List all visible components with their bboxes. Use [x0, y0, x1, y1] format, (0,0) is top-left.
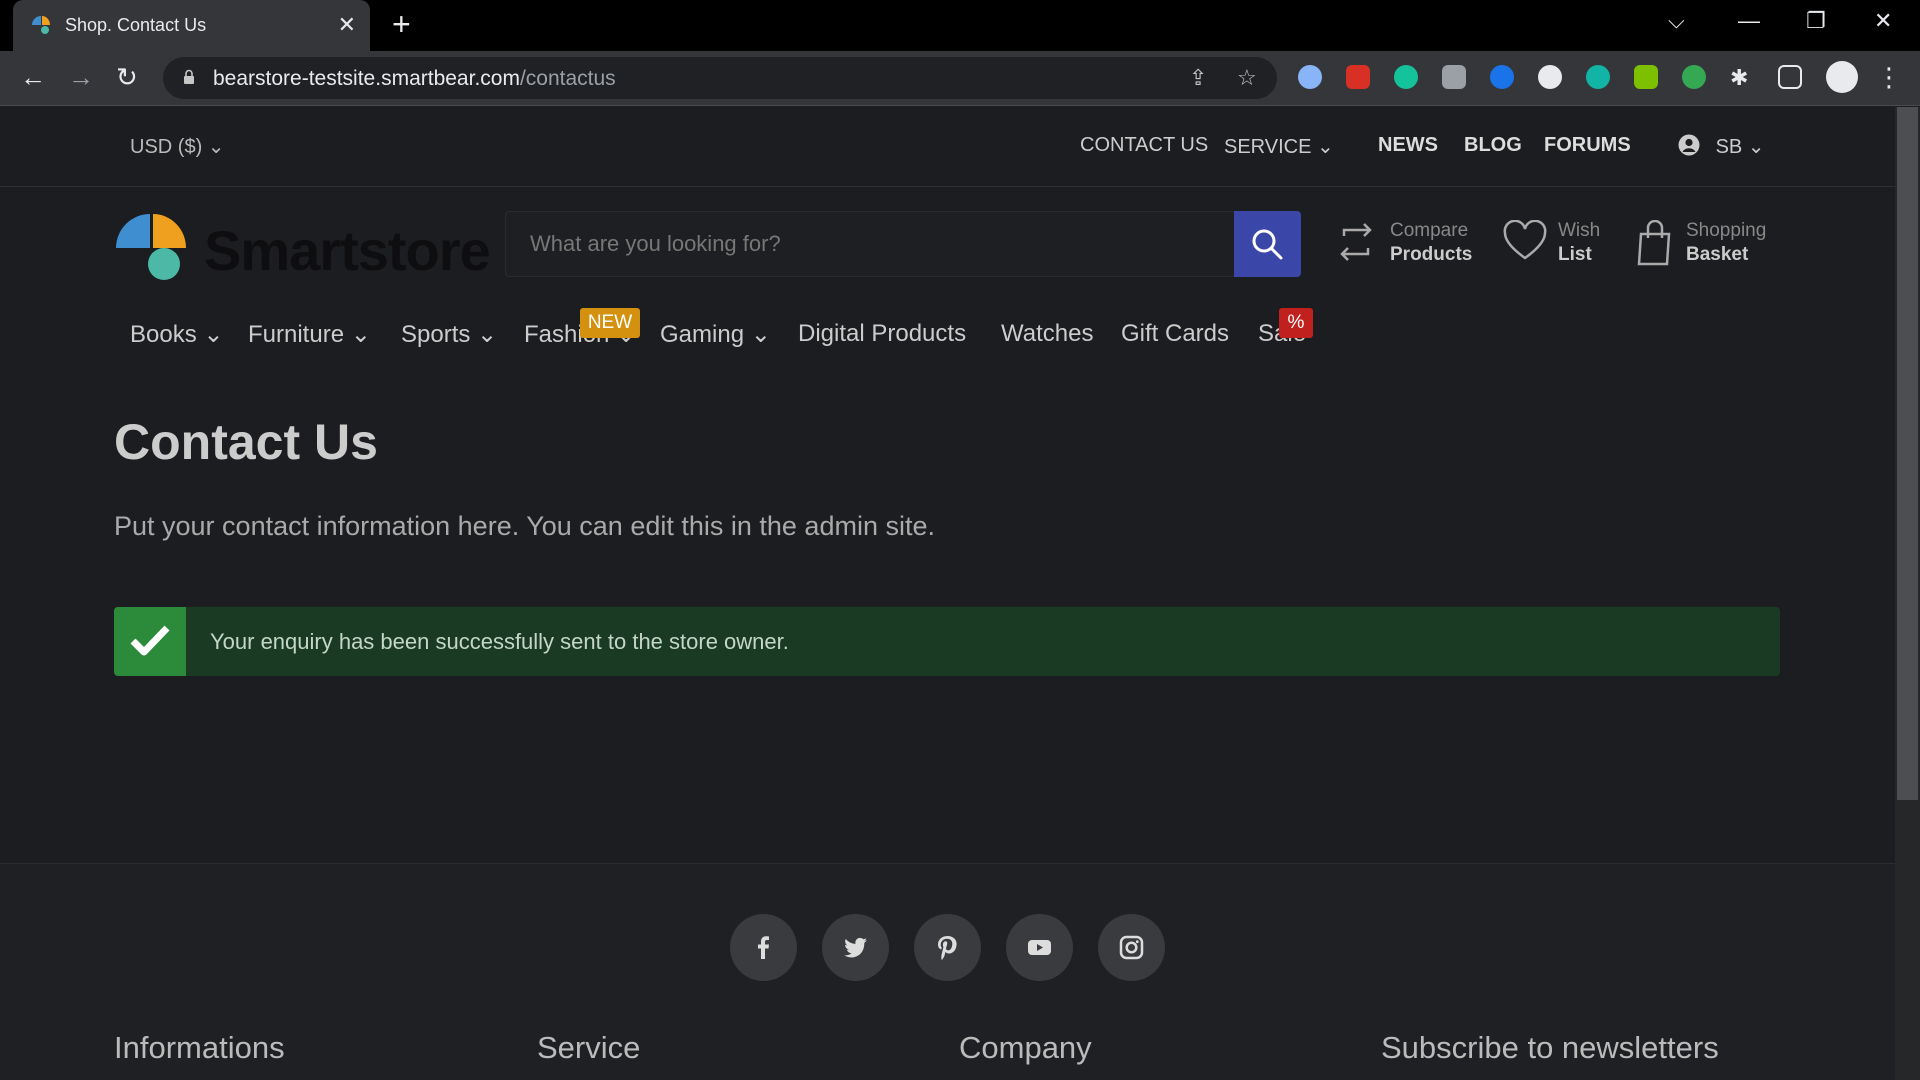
wish-label-bottom: List: [1558, 244, 1592, 265]
nav-gift-cards[interactable]: Gift Cards: [1121, 320, 1229, 348]
page-title: Contact Us: [114, 414, 378, 470]
profile-avatar[interactable]: [1826, 61, 1858, 93]
pdf-extension-icon[interactable]: [1346, 65, 1370, 89]
url-text: bearstore-testsite.smartbear.com/contact…: [213, 67, 616, 90]
bookmark-star-icon[interactable]: ☆: [1237, 65, 1257, 91]
scrollbar-thumb[interactable]: [1897, 107, 1918, 800]
logo-mark-icon: [116, 214, 186, 280]
heart-icon: [1503, 219, 1547, 260]
contact-us-link[interactable]: CONTACT US: [1080, 134, 1208, 157]
browser-toolbar: ← → ↻ bearstore-testsite.smartbear.com/c…: [0, 51, 1920, 106]
browser-tab-strip: Shop. Contact Us ✕ + ⌵ — ❐ ✕: [0, 0, 1920, 51]
back-icon[interactable]: ←: [20, 63, 46, 91]
extension-1-icon[interactable]: [1298, 65, 1322, 89]
wishlist-link[interactable]: Wish List: [1503, 219, 1600, 269]
footer-heading-informations: Informations: [114, 1030, 285, 1065]
nav-gaming[interactable]: Gaming ⌄: [660, 320, 771, 349]
extension-5-icon[interactable]: [1490, 65, 1514, 89]
new-tab-icon[interactable]: +: [392, 8, 411, 40]
currency-selector[interactable]: USD ($) ⌄: [130, 134, 225, 159]
service-menu[interactable]: SERVICE ⌄: [1224, 134, 1334, 159]
forums-link[interactable]: FORUMS: [1544, 134, 1631, 157]
instagram-icon: [1119, 935, 1144, 960]
twitter-button[interactable]: [822, 914, 889, 981]
restore-icon[interactable]: ❐: [1806, 8, 1826, 34]
site-header: Smartstore Compare Products Wish List: [0, 188, 1895, 302]
minimize-icon[interactable]: —: [1738, 8, 1760, 34]
tab-close-icon[interactable]: ✕: [338, 12, 356, 38]
youtube-icon: [1028, 940, 1051, 955]
footer-heading-company: Company: [959, 1030, 1092, 1065]
category-nav: Books ⌄ Furniture ⌄ Sports ⌄ Fashion ⌄ G…: [0, 302, 1895, 382]
contact-intro-text: Put your contact information here. You c…: [114, 511, 935, 541]
utility-bar: USD ($) ⌄ CONTACT US SERVICE ⌄ NEWS BLOG…: [0, 107, 1895, 187]
instagram-button[interactable]: [1098, 914, 1165, 981]
account-menu[interactable]: SB ⌄: [1678, 134, 1765, 159]
shopping-basket-link[interactable]: Shopping Basket: [1635, 219, 1766, 271]
address-bar[interactable]: bearstore-testsite.smartbear.com/contact…: [163, 57, 1277, 99]
search-icon: [1252, 229, 1283, 260]
smartstore-favicon-icon: [32, 16, 50, 34]
pinterest-button[interactable]: [914, 914, 981, 981]
close-window-icon[interactable]: ✕: [1874, 8, 1892, 34]
nav-furniture[interactable]: Furniture ⌄: [248, 320, 371, 349]
browser-menu-icon[interactable]: ⋮: [1876, 63, 1902, 91]
pinterest-icon: [938, 936, 957, 960]
reload-icon[interactable]: ↻: [116, 63, 138, 91]
grammarly-icon[interactable]: [1394, 65, 1418, 89]
footer-heading-service: Service: [537, 1030, 641, 1065]
extension-7-icon[interactable]: [1586, 65, 1610, 89]
web-page: USD ($) ⌄ CONTACT US SERVICE ⌄ NEWS BLOG…: [0, 107, 1895, 1080]
sale-badge: %: [1279, 308, 1313, 338]
twitter-icon: [844, 937, 867, 958]
site-footer: Informations Service Company Subscribe t…: [0, 863, 1895, 1080]
search-box: [505, 211, 1236, 277]
footer-heading-newsletter: Subscribe to newsletters: [1381, 1030, 1719, 1065]
facebook-icon: [758, 936, 769, 959]
blog-link[interactable]: BLOG: [1464, 134, 1522, 157]
youtube-button[interactable]: [1006, 914, 1073, 981]
extensions-puzzle-icon[interactable]: ✱: [1730, 65, 1754, 90]
search-button[interactable]: [1234, 211, 1301, 277]
side-panel-icon[interactable]: [1778, 65, 1802, 89]
facebook-button[interactable]: [730, 914, 797, 981]
checkmark-icon: [130, 625, 170, 656]
tab-search-chevron-icon[interactable]: ⌵: [1668, 8, 1685, 34]
browser-tab[interactable]: Shop. Contact Us ✕: [13, 0, 370, 51]
nav-books[interactable]: Books ⌄: [130, 320, 223, 349]
extension-4-icon[interactable]: [1442, 65, 1466, 89]
search-input[interactable]: [506, 212, 1236, 276]
compare-label-top: Compare: [1390, 220, 1469, 241]
user-icon: [1678, 134, 1700, 156]
forward-icon[interactable]: →: [68, 63, 94, 91]
extension-6-icon[interactable]: [1538, 65, 1562, 89]
new-badge: NEW: [580, 308, 640, 338]
nav-watches[interactable]: Watches: [1001, 320, 1093, 348]
share-icon[interactable]: ⇪: [1189, 65, 1207, 91]
alert-icon-box: [114, 607, 186, 676]
alert-message: Your enquiry has been successfully sent …: [210, 629, 789, 654]
nav-digital-products[interactable]: Digital Products: [798, 320, 966, 348]
logo-text: Smartstore: [204, 219, 491, 282]
news-link[interactable]: NEWS: [1378, 134, 1438, 157]
nav-sports[interactable]: Sports ⌄: [401, 320, 497, 349]
compare-label-bottom: Products: [1390, 244, 1473, 265]
basket-label-bottom: Basket: [1686, 244, 1749, 265]
success-alert: Your enquiry has been successfully sent …: [114, 607, 1780, 676]
extension-8-icon[interactable]: [1634, 65, 1658, 89]
compare-icon: [1340, 223, 1372, 261]
smartstore-logo[interactable]: Smartstore: [114, 212, 491, 282]
wish-label-top: Wish: [1558, 220, 1601, 241]
compare-products-link[interactable]: Compare Products: [1336, 220, 1472, 269]
basket-label-top: Shopping: [1686, 220, 1767, 241]
lock-icon: [184, 69, 194, 84]
extension-9-icon[interactable]: [1682, 65, 1706, 89]
shopping-bag-icon: [1637, 219, 1671, 266]
tab-title: Shop. Contact Us: [65, 15, 207, 35]
